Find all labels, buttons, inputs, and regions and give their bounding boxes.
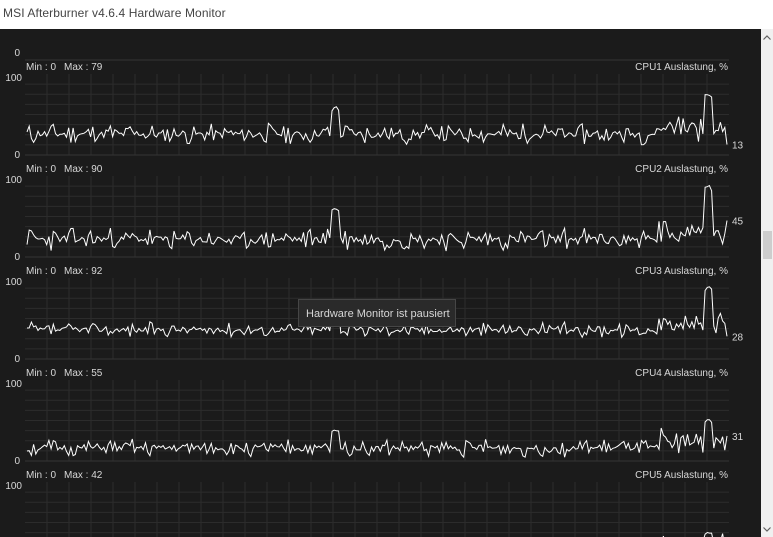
min-label: Min : 0 [26, 266, 56, 277]
title-bar[interactable]: MSI Afterburner v4.6.4 Hardware Monitor [0, 0, 773, 29]
min-label: Min : 0 [26, 164, 56, 175]
cpu-panel[interactable]: Min : 0 Max : 55 CPU4 Auslastung, % 100 0 31 [5, 368, 743, 467]
y-axis-top-label: 100 [5, 481, 22, 492]
graph-area[interactable]: 0 Min : 0 Max : 79 CPU1 Auslastung, % 100 0 1… [0, 29, 761, 537]
current-value-label: 31 [732, 432, 744, 443]
y-axis-bottom-label: 0 [14, 48, 20, 59]
current-value-label: 28 [732, 332, 744, 343]
y-axis-bottom-label: 0 [14, 354, 20, 365]
series-title: CPU1 Auslastung, % [635, 62, 728, 73]
paused-tooltip: Hardware Monitor ist pausiert [298, 299, 456, 327]
panel-grid [25, 482, 729, 537]
cpu-panel[interactable]: Min : 0 Max : 42 CPU5 Auslastung, % 100 [5, 470, 729, 537]
series-title: CPU2 Auslastung, % [635, 164, 728, 175]
y-axis-top-label: 100 [5, 175, 22, 186]
y-axis-top-label: 100 [5, 379, 22, 390]
series-title: CPU4 Auslastung, % [635, 368, 728, 379]
y-axis-bottom-label: 0 [14, 252, 20, 263]
max-label: Max : 79 [64, 62, 103, 73]
y-axis-top-label: 100 [5, 277, 22, 288]
top-partial-panel: 0 [14, 48, 729, 61]
hardware-monitor-window: MSI Afterburner v4.6.4 Hardware Monitor … [0, 0, 773, 537]
cpu-panel[interactable]: Min : 0 Max : 90 CPU2 Auslastung, % 100 0 45 [5, 164, 743, 263]
y-axis-bottom-label: 0 [14, 456, 20, 467]
current-value-label: 45 [732, 217, 744, 228]
cpu-graphs: 0 Min : 0 Max : 79 CPU1 Auslastung, % 100 0 1… [5, 48, 744, 537]
y-axis-bottom-label: 0 [14, 150, 20, 161]
min-label: Min : 0 [26, 368, 56, 379]
max-label: Max : 90 [64, 164, 103, 175]
chevron-up-icon [763, 34, 771, 40]
cpu-panel[interactable]: Min : 0 Max : 79 CPU1 Auslastung, % 100 0 13 [5, 62, 743, 161]
min-label: Min : 0 [26, 62, 56, 73]
scroll-down-button[interactable] [761, 523, 773, 535]
paused-tooltip-text: Hardware Monitor ist pausiert [306, 308, 450, 320]
vertical-scrollbar[interactable] [761, 29, 773, 537]
scroll-up-button[interactable] [761, 31, 773, 43]
window-title: MSI Afterburner v4.6.4 Hardware Monitor [3, 6, 226, 20]
panel-grid [25, 74, 729, 155]
max-label: Max : 92 [64, 266, 103, 277]
series-title: CPU5 Auslastung, % [635, 470, 728, 481]
min-label: Min : 0 [26, 470, 56, 481]
chevron-down-icon [763, 526, 771, 532]
y-axis-top-label: 100 [5, 73, 22, 84]
current-value-label: 13 [732, 140, 744, 151]
panel-grid [25, 380, 729, 461]
panel-grid [25, 176, 729, 257]
max-label: Max : 55 [64, 368, 103, 379]
series-title: CPU3 Auslastung, % [635, 266, 728, 277]
max-label: Max : 42 [64, 470, 103, 481]
scroll-thumb[interactable] [763, 231, 772, 259]
